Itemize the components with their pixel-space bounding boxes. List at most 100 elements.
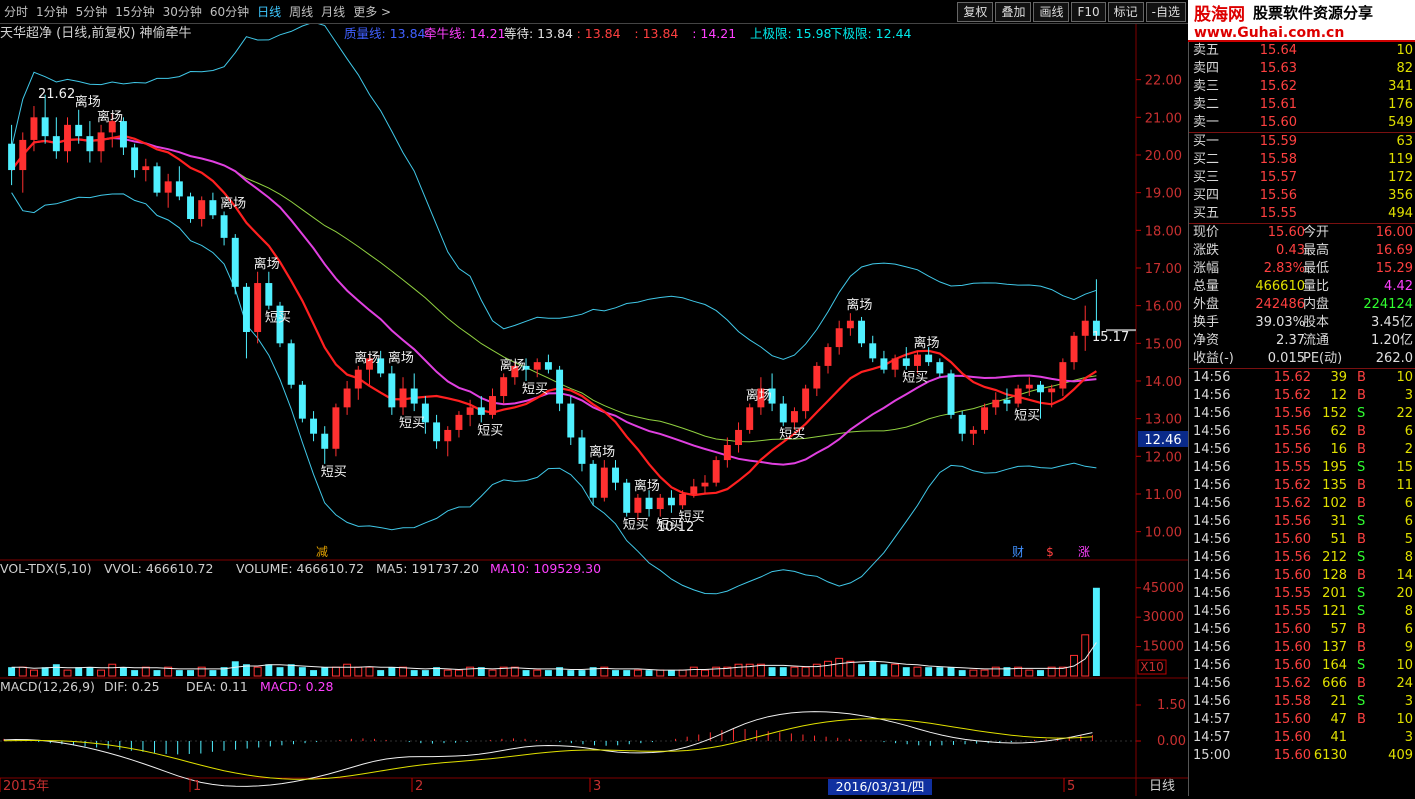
candle-body xyxy=(97,132,105,152)
bid-level[interactable]: 买一 15.59 63 xyxy=(1189,133,1415,151)
candle-body xyxy=(64,124,71,152)
candle-body xyxy=(869,343,877,359)
volume-bar xyxy=(399,666,407,677)
volume-bar xyxy=(667,670,675,676)
volume-bar xyxy=(980,669,989,677)
volume-bar xyxy=(141,666,150,677)
level-label: 卖四 xyxy=(1193,61,1220,76)
period-tab[interactable]: 周线 xyxy=(285,2,317,22)
period-tab[interactable]: 5分钟 xyxy=(72,2,112,22)
tick-time: 14:56 xyxy=(1193,496,1231,511)
kline-chart[interactable]: 天华超净 (日线,前复权) 神偷牵牛 质量线: 13.84牵牛线: 14.21等待… xyxy=(0,21,1188,796)
period-tab[interactable]: 30分钟 xyxy=(159,2,206,22)
candle-body xyxy=(1014,388,1022,404)
tick-price: 15.62 xyxy=(1273,496,1311,511)
macd-dif: DIF: 0.25 xyxy=(104,679,160,694)
period-tab[interactable]: 60分钟 xyxy=(206,2,253,22)
stat-value: 0.015 xyxy=(1267,351,1305,366)
volume-bar xyxy=(187,670,194,676)
volume-bar xyxy=(52,664,60,676)
candle-body xyxy=(175,181,183,197)
tick-row: 14:56 15.56 31 S 6 xyxy=(1189,513,1415,531)
stat-label: 流通 xyxy=(1303,333,1330,348)
candle-body xyxy=(858,320,866,344)
toolbar-button[interactable]: 画线 xyxy=(1033,2,1070,22)
candle-body xyxy=(30,117,38,140)
toolbar-button[interactable]: F10 xyxy=(1071,2,1106,22)
tick-time: 14:56 xyxy=(1193,388,1231,403)
volume-bar xyxy=(8,667,16,676)
header-indicator: 牵牛线: 14.21 xyxy=(424,26,505,41)
tick-volume: 21 xyxy=(1330,694,1347,709)
volume-bar xyxy=(801,666,810,677)
tick-side: S xyxy=(1357,604,1366,619)
period-tab[interactable]: 1分钟 xyxy=(32,2,72,22)
volume-bar xyxy=(75,667,83,676)
tick-volume: 62 xyxy=(1330,424,1347,439)
volume-bar xyxy=(1037,670,1044,676)
tick-count: 2 xyxy=(1404,442,1413,457)
period-tab[interactable]: 分时 xyxy=(0,2,32,22)
ask-level[interactable]: 卖四 15.63 82 xyxy=(1189,60,1415,78)
tick-price: 15.60 xyxy=(1273,640,1311,655)
candle-body xyxy=(667,497,675,506)
period-tab[interactable]: 15分钟 xyxy=(111,2,158,22)
bid-level[interactable]: 买五 15.55 494 xyxy=(1189,205,1415,223)
bid-level[interactable]: 买四 15.56 356 xyxy=(1189,187,1415,205)
level-volume: 176 xyxy=(1388,97,1413,112)
candle-body xyxy=(1081,320,1089,336)
period-tab[interactable]: 月线 xyxy=(317,2,349,22)
volume-bar xyxy=(936,667,944,676)
toolbar-button[interactable]: 复权 xyxy=(957,2,994,22)
bid-level[interactable]: 买三 15.57 172 xyxy=(1189,169,1415,187)
volume-bar xyxy=(633,669,642,677)
volume-bar xyxy=(41,667,49,676)
stat-row: 涨幅 2.83% 最低 15.29 xyxy=(1189,260,1415,278)
tick-row: 14:56 15.62 135 B 11 xyxy=(1189,477,1415,495)
tick-count: 6 xyxy=(1404,514,1413,529)
last-marker: 15.17 xyxy=(1092,330,1129,345)
volume-bar xyxy=(108,663,117,677)
ask-level[interactable]: 卖一 15.60 549 xyxy=(1189,114,1415,132)
candle-body xyxy=(947,373,955,415)
toolbar-button[interactable]: -自选 xyxy=(1145,2,1186,22)
current-price-label: 12.46 xyxy=(1144,433,1181,448)
volume-bar xyxy=(790,666,799,677)
toolbar-button[interactable]: 叠加 xyxy=(995,2,1032,22)
macd-dea: DEA: 0.11 xyxy=(186,679,248,694)
macd-dea-line xyxy=(3,718,1093,780)
bid-level[interactable]: 买二 15.58 119 xyxy=(1189,151,1415,169)
tick-price: 15.56 xyxy=(1273,550,1311,565)
signal-label: 离场 xyxy=(913,335,939,351)
toolbar-button[interactable]: 标记 xyxy=(1107,2,1144,22)
macd-axis-label: 0.00 xyxy=(1157,734,1186,749)
tick-count: 6 xyxy=(1404,424,1413,439)
tick-time: 14:56 xyxy=(1193,460,1231,475)
stat-value: 262.0 xyxy=(1375,351,1413,366)
signal-label: 短买 xyxy=(623,518,649,533)
period-tab[interactable]: 更多 > xyxy=(349,2,395,22)
volume-bar xyxy=(209,670,217,676)
tick-count: 14 xyxy=(1396,568,1413,583)
tick-price: 15.62 xyxy=(1273,676,1311,691)
tick-time: 14:56 xyxy=(1193,478,1231,493)
period-tab[interactable]: 日线 xyxy=(253,2,285,22)
stat-value: 16.00 xyxy=(1375,225,1413,240)
stat-value: 0.43 xyxy=(1276,243,1305,258)
tick-volume: 47 xyxy=(1330,712,1347,727)
candle-body xyxy=(52,136,60,152)
price-axis-label: 19.00 xyxy=(1145,187,1182,202)
candle-body xyxy=(981,407,989,430)
ask-level[interactable]: 卖三 15.62 341 xyxy=(1189,78,1415,96)
ask-level[interactable]: 卖五 15.64 10 xyxy=(1189,42,1415,60)
volume-bar xyxy=(567,670,575,676)
level-price: 15.56 xyxy=(1259,188,1297,203)
stat-value: 2.83% xyxy=(1263,261,1305,276)
candle-body xyxy=(600,467,608,498)
candle-body xyxy=(265,283,273,306)
tick-row: 14:56 15.60 57 B 6 xyxy=(1189,621,1415,639)
tick-row: 14:56 15.55 195 S 15 xyxy=(1189,459,1415,477)
tick-price: 15.55 xyxy=(1273,604,1311,619)
chart-area[interactable]: 天华超净 (日线,前复权) 神偷牵牛 质量线: 13.84 牵牛线: 14.21 等待… xyxy=(0,21,1188,796)
ask-level[interactable]: 卖二 15.61 176 xyxy=(1189,96,1415,114)
